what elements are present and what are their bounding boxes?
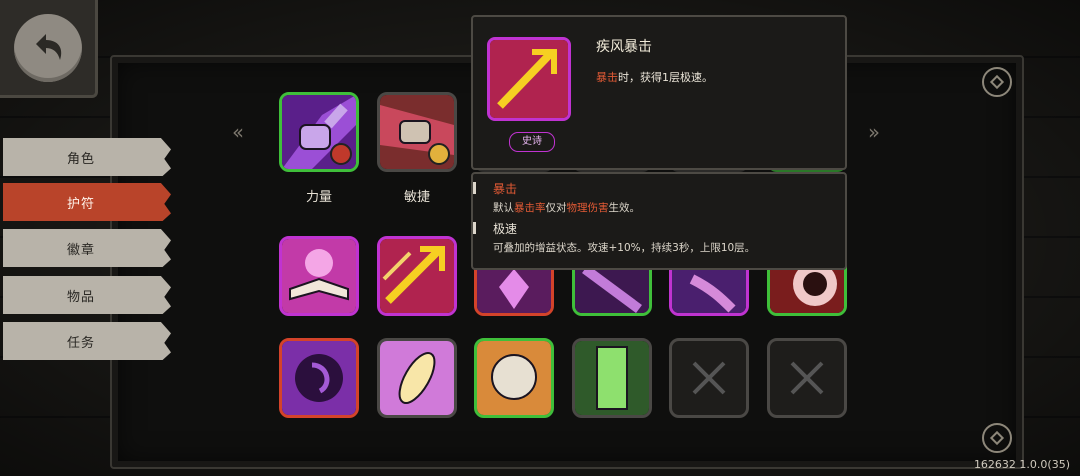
tooltip-description: 暴击时，获得1层极速。 [596, 71, 713, 84]
tooltip-title: 疾风暴击 [596, 39, 652, 55]
fist-icon [477, 341, 551, 415]
stat-label-agility: 敏捷 [403, 190, 430, 205]
charm-slot-empty[interactable] [767, 338, 847, 418]
element-badge-icon [330, 143, 352, 165]
glossary-term-crit: 暴击 [493, 182, 518, 196]
prev-page-icon[interactable]: ‹‹ [232, 120, 244, 144]
charm-slot-strength[interactable] [279, 92, 359, 172]
undo-arrow-icon [13, 13, 82, 82]
charm-slot-empty[interactable] [669, 338, 749, 418]
charm-slot-agility[interactable] [377, 92, 457, 172]
glossary-desc-haste: 可叠加的增益状态。攻速+10%，持续3秒，上限10层。 [493, 242, 756, 254]
keyword-glossary: 暴击 默认暴击率仅对物理伤害生效。 极速 可叠加的增益状态。攻速+10%，持续3… [471, 172, 847, 270]
tab-charm[interactable]: 护符 [3, 183, 171, 221]
corner-ornament-icon [982, 67, 1012, 97]
tab-quest[interactable]: 任务 [3, 322, 171, 360]
charm-slot-feather[interactable] [377, 338, 457, 418]
charm-slot-fist[interactable] [474, 338, 554, 418]
glossary-marker [473, 222, 476, 234]
version-label: 162632 1.0.0(35) [973, 458, 1070, 471]
charm-slot-gale-crit[interactable] [377, 236, 457, 316]
void-swirl-icon [282, 341, 356, 415]
pillar-icon [575, 341, 649, 415]
next-page-icon[interactable]: ›› [868, 120, 880, 144]
glossary-marker [473, 182, 476, 194]
charm-tooltip: 疾风暴击 暴击时，获得1层极速。 史诗 [471, 15, 847, 170]
empty-x-icon [692, 361, 726, 395]
spellbook-icon [282, 239, 356, 313]
crit-arrow-icon [380, 239, 454, 313]
gale-crit-icon [487, 37, 571, 121]
corner-ornament-icon [982, 423, 1012, 453]
glossary-term-haste: 极速 [493, 222, 518, 236]
charm-slot-pillar[interactable] [572, 338, 652, 418]
tab-character[interactable]: 角色 [3, 138, 171, 176]
back-button[interactable] [0, 0, 98, 98]
feather-icon [380, 341, 454, 415]
stat-label-strength: 力量 [305, 190, 332, 205]
charm-slot-spellbook[interactable] [279, 236, 359, 316]
empty-x-icon [790, 361, 824, 395]
rarity-tag: 史诗 [509, 132, 555, 152]
glossary-desc-crit: 默认暴击率仅对物理伤害生效。 [493, 202, 640, 214]
tab-badge[interactable]: 徽章 [3, 229, 171, 267]
element-badge-icon [428, 143, 450, 165]
tab-items[interactable]: 物品 [3, 276, 171, 314]
charm-slot-void[interactable] [279, 338, 359, 418]
